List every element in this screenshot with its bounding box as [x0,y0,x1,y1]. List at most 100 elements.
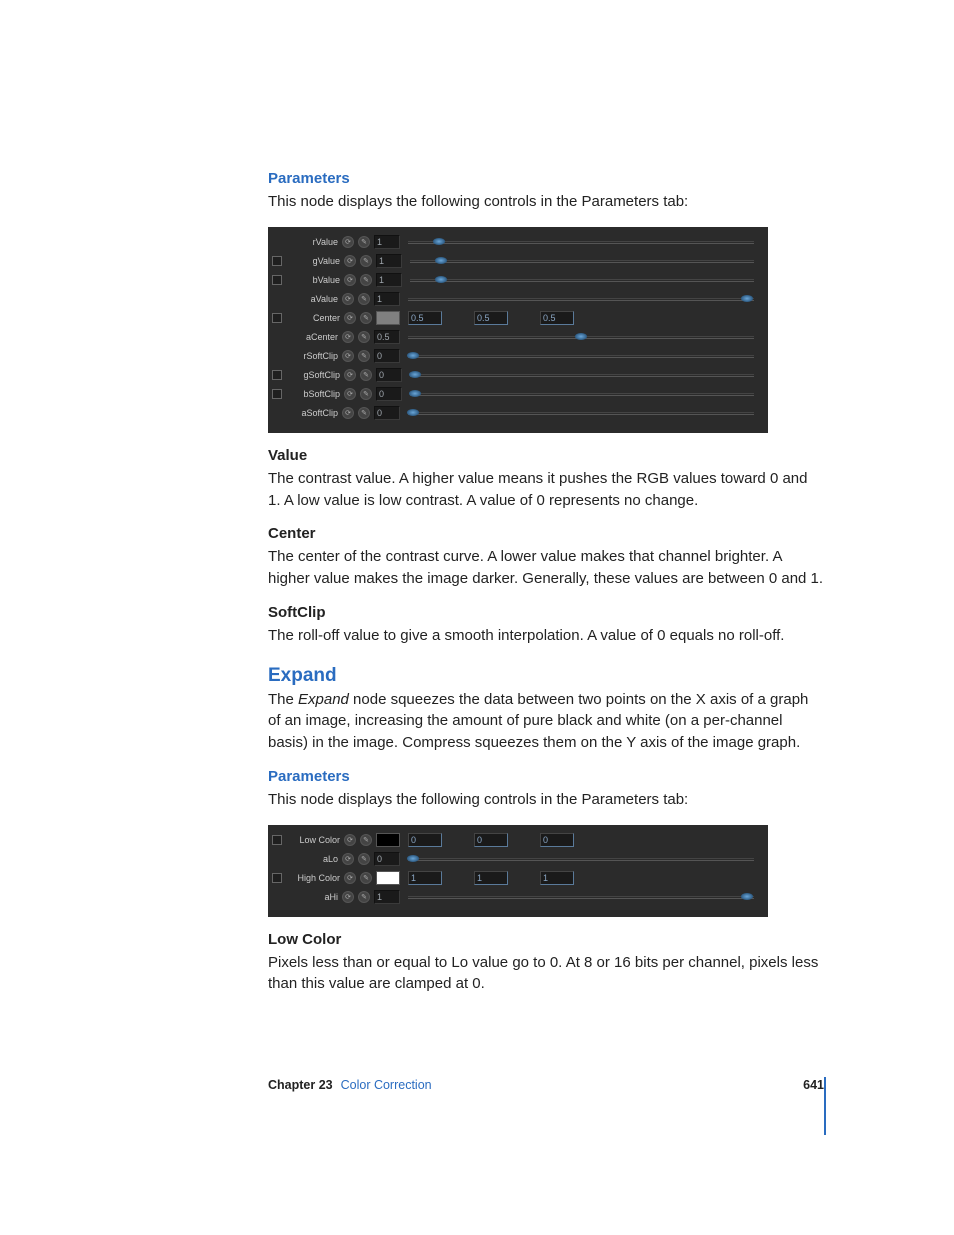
chapter-name: Color Correction [341,1078,432,1092]
param-label: gSoftClip [288,370,340,380]
edit-icon[interactable]: ✎ [358,350,370,362]
slider-handle[interactable] [741,295,753,302]
slider[interactable] [410,274,754,286]
param-label: rValue [286,237,338,247]
slider-handle[interactable] [575,333,587,340]
edit-icon[interactable]: ✎ [358,891,370,903]
parameters-heading-2: Parameters [268,768,824,785]
param-row: rValue ⟳ ✎ 1 [272,233,758,252]
sub-body: The center of the contrast curve. A lowe… [268,546,824,590]
slider[interactable] [408,891,754,903]
reset-icon[interactable]: ⟳ [344,274,356,286]
slider-handle[interactable] [409,390,421,397]
value-field[interactable]: 0.5 [408,311,442,325]
value-field[interactable]: 1 [376,254,402,268]
slider-handle[interactable] [409,371,421,378]
slider[interactable] [408,331,754,343]
value-field[interactable]: 0.5 [474,311,508,325]
toggle-icon[interactable] [272,835,282,845]
slider[interactable] [408,293,754,305]
edit-icon[interactable]: ✎ [360,388,372,400]
reset-icon[interactable]: ⟳ [344,872,356,884]
parameters-panel-1: rValue⟳✎1gValue⟳✎1bValue⟳✎1aValue⟳✎1Cent… [268,227,768,433]
reset-icon[interactable]: ⟳ [344,834,356,846]
edit-icon[interactable]: ✎ [358,293,370,305]
reset-icon[interactable]: ⟳ [344,369,356,381]
color-swatch[interactable] [376,833,400,847]
param-label: Center [288,313,340,323]
edit-icon[interactable]: ✎ [358,853,370,865]
reset-icon[interactable]: ⟳ [344,388,356,400]
edit-icon[interactable]: ✎ [360,834,372,846]
value-field[interactable]: 0 [376,368,402,382]
sub-heading: SoftClip [268,604,824,621]
toggle-icon[interactable] [272,275,282,285]
param-label: aValue [286,294,338,304]
slider-handle[interactable] [407,409,419,416]
value-field[interactable]: 0 [540,833,574,847]
color-swatch[interactable] [376,871,400,885]
slider-handle[interactable] [407,352,419,359]
value-field[interactable]: 1 [540,871,574,885]
slider[interactable] [408,407,754,419]
edit-icon[interactable]: ✎ [360,312,372,324]
edit-icon[interactable]: ✎ [360,369,372,381]
value-field[interactable]: 1 [408,871,442,885]
slider-handle[interactable] [433,238,445,245]
param-label: High Color [288,873,340,883]
toggle-icon[interactable] [272,256,282,266]
reset-icon[interactable]: ⟳ [342,236,354,248]
value-field[interactable]: 0.5 [540,311,574,325]
value-field[interactable]: 1 [376,273,402,287]
param-row: aLo ⟳ ✎ 0 [272,850,758,869]
param-label: aLo [286,854,338,864]
reset-icon[interactable]: ⟳ [342,293,354,305]
value-field[interactable]: 1 [474,871,508,885]
value-field[interactable]: 1 [374,235,400,249]
sub-body: Pixels less than or equal to Lo value go… [268,952,824,996]
reset-icon[interactable]: ⟳ [342,407,354,419]
slider[interactable] [410,388,754,400]
reset-icon[interactable]: ⟳ [342,853,354,865]
slider-handle[interactable] [741,893,753,900]
edit-icon[interactable]: ✎ [358,407,370,419]
reset-icon[interactable]: ⟳ [344,255,356,267]
edit-icon[interactable]: ✎ [360,255,372,267]
value-field[interactable]: 0 [374,406,400,420]
slider-handle[interactable] [435,276,447,283]
slider[interactable] [410,255,754,267]
reset-icon[interactable]: ⟳ [342,891,354,903]
value-field[interactable]: 0 [408,833,442,847]
sub-body: The roll-off value to give a smooth inte… [268,625,824,647]
reset-icon[interactable]: ⟳ [342,331,354,343]
slider[interactable] [408,853,754,865]
edit-icon[interactable]: ✎ [360,872,372,884]
slider-handle[interactable] [407,855,419,862]
param-label: gValue [288,256,340,266]
parameters-intro-2: This node displays the following control… [268,789,824,811]
value-field[interactable]: 0.5 [374,330,400,344]
value-field[interactable]: 0 [376,387,402,401]
toggle-icon[interactable] [272,389,282,399]
toggle-icon[interactable] [272,370,282,380]
slider-handle[interactable] [435,257,447,264]
value-field[interactable]: 0 [374,349,400,363]
reset-icon[interactable]: ⟳ [342,350,354,362]
value-field[interactable]: 1 [374,292,400,306]
color-swatch[interactable] [376,311,400,325]
reset-icon[interactable]: ⟳ [344,312,356,324]
page-number: 641 [803,1078,824,1092]
value-field[interactable]: 0 [474,833,508,847]
edit-icon[interactable]: ✎ [358,236,370,248]
page-footer: Chapter 23 Color Correction 641 [268,1075,824,1095]
toggle-icon[interactable] [272,313,282,323]
slider[interactable] [410,369,754,381]
param-row: rSoftClip⟳✎0 [272,347,758,366]
slider[interactable] [408,236,754,248]
toggle-icon[interactable] [272,873,282,883]
edit-icon[interactable]: ✎ [358,331,370,343]
value-field[interactable]: 0 [374,852,400,866]
edit-icon[interactable]: ✎ [360,274,372,286]
value-field[interactable]: 1 [374,890,400,904]
slider[interactable] [408,350,754,362]
